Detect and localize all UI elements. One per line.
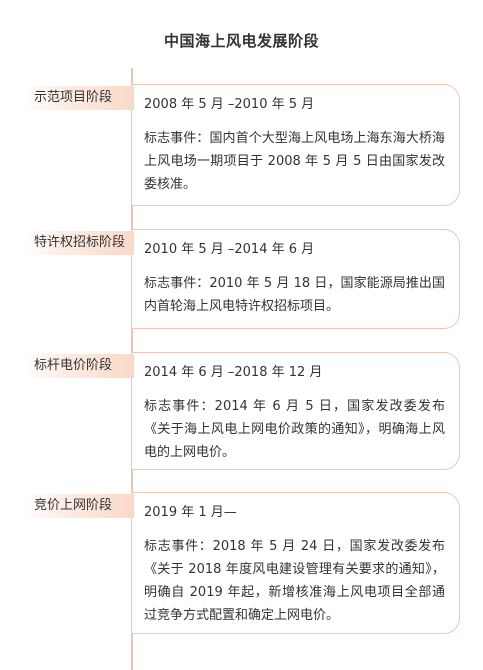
stage-period: 2019 年 1 月— (144, 505, 237, 520)
stage-event: 标志事件：2018 年 5 月 24 日，国家发改委发布《关于 2018 年度风… (144, 539, 445, 623)
stage-label-concession-tender: 特许权招标阶段 (22, 231, 134, 255)
stage-period: 2014 年 6 月 –2018 年 12 月 (144, 365, 323, 380)
stage-card-concession-tender: 2010 年 5 月 –2014 年 6 月 标志事件：2010 年 5 月 1… (132, 229, 460, 329)
stage-event: 标志事件：国内首个大型海上风电场上海东海大桥海上风电场一期项目于 2008 年 … (144, 131, 445, 192)
stage-event: 标志事件：2010 年 5 月 18 日，国家能源局推出国内首轮海上风电特许权招… (144, 276, 445, 314)
stage-card-benchmark-price: 2014 年 6 月 –2018 年 12 月 标志事件：2014 年 6 月 … (132, 352, 460, 470)
stage-period: 2010 年 5 月 –2014 年 6 月 (144, 242, 315, 257)
stage-label-benchmark-price: 标杆电价阶段 (22, 354, 134, 378)
stage-card-demonstration: 2008 年 5 月 –2010 年 5 月 标志事件：国内首个大型海上风电场上… (132, 84, 460, 206)
stage-period: 2008 年 5 月 –2010 年 5 月 (144, 97, 315, 112)
stage-label-demonstration: 示范项目阶段 (22, 86, 134, 110)
stage-label-competitive-bidding: 竞价上网阶段 (22, 494, 134, 518)
page-title: 中国海上风电发展阶段 (163, 32, 319, 50)
stage-card-competitive-bidding: 2019 年 1 月— 标志事件：2018 年 5 月 24 日，国家发改委发布… (132, 492, 460, 634)
stage-event: 标志事件：2014 年 6 月 5 日，国家发改委发布《关于海上风电上网电价政策… (144, 399, 445, 460)
